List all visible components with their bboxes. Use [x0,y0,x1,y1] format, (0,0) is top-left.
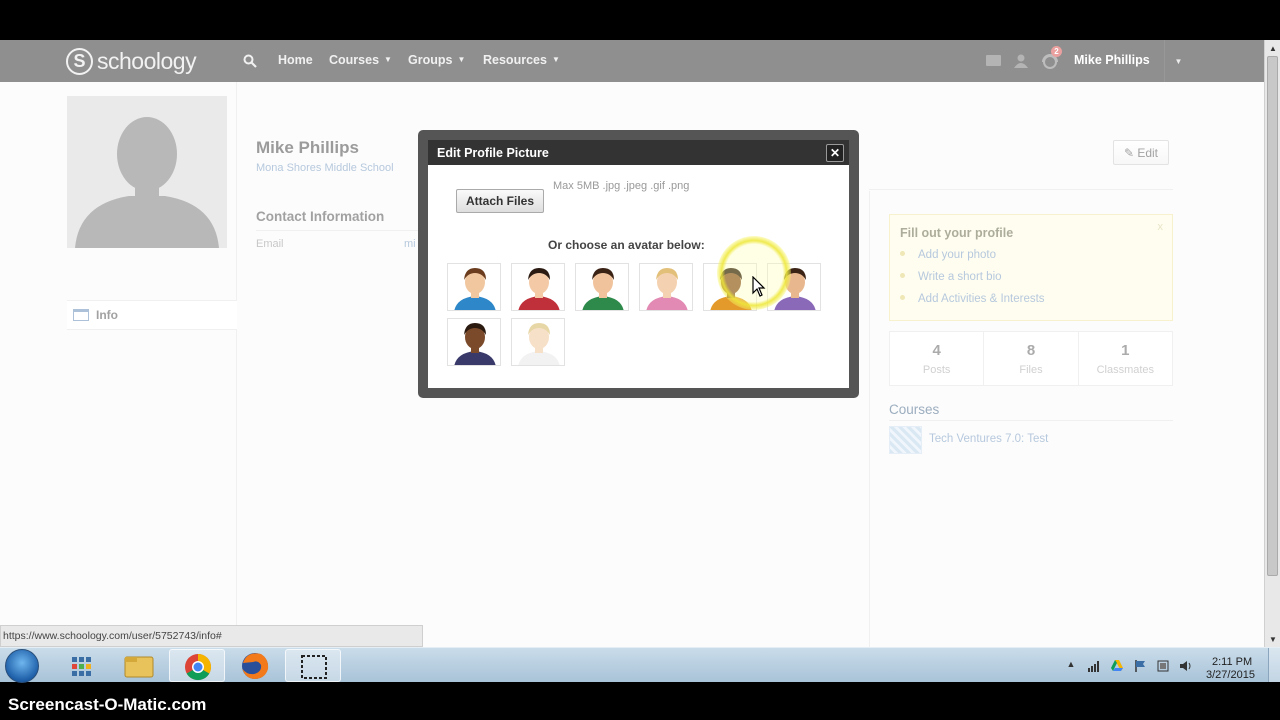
chrome-icon [185,653,212,681]
show-hidden-icons-icon[interactable]: ▲ [1064,659,1078,673]
person-avatar-icon [646,268,688,310]
taskbar-file-explorer[interactable] [111,649,167,682]
mouse-pointer-icon [752,276,766,297]
status-bar-url: https://www.schoology.com/user/5752743/i… [0,625,423,647]
file-size-hint: Max 5MB .jpg .jpeg .gif .png [553,180,690,192]
person-avatar-icon [582,268,624,310]
avatar-option[interactable] [511,263,565,311]
taskbar-clock-time[interactable]: 2:11 PM [1212,656,1252,668]
cursor-highlight [717,236,791,310]
system-tray: ▲ [1064,656,1193,676]
avatar-option[interactable] [639,263,693,311]
device-icon[interactable] [1156,659,1170,673]
taskbar-app-launcher[interactable] [53,649,109,682]
avatar-option[interactable] [447,318,501,366]
avatar-option[interactable] [575,263,629,311]
vertical-scrollbar[interactable]: ▲ ▼ [1264,40,1280,647]
edit-profile-picture-dialog: Edit Profile Picture ✕ Attach Files Max … [418,130,859,398]
screen: S schoology Home Courses ▼ Groups ▼ Resour… [0,0,1280,720]
scroll-up-arrow-icon[interactable]: ▲ [1265,40,1280,56]
avatar-option[interactable] [447,263,501,311]
person-avatar-icon [454,323,496,365]
taskbar-clock-date[interactable]: 3/27/2015 [1206,669,1255,681]
attach-files-button[interactable]: Attach Files [456,189,544,213]
close-button[interactable]: ✕ [826,144,844,162]
taskbar-screen-recorder[interactable] [285,649,341,682]
network-signal-icon[interactable] [1087,659,1101,673]
scrollbar-thumb[interactable] [1267,56,1278,576]
avatar-option[interactable] [511,318,565,366]
dialog-title: Edit Profile Picture [437,146,549,160]
windows-taskbar: ▲ [0,647,1280,683]
start-button[interactable] [5,649,39,683]
folder-icon [124,656,154,678]
browser-viewport: S schoology Home Courses ▼ Groups ▼ Resour… [0,40,1280,647]
taskbar-chrome[interactable] [169,649,225,682]
screen-capture-icon [301,655,327,679]
firefox-icon [242,653,269,679]
person-avatar-icon [518,268,560,310]
screencast-watermark: Screencast-O-Matic.com [8,695,207,714]
person-avatar-icon [454,268,496,310]
volume-icon[interactable] [1179,659,1193,673]
show-desktop-button[interactable] [1268,648,1280,682]
dialog-header: Edit Profile Picture ✕ [428,140,849,165]
taskbar-firefox[interactable] [227,649,283,682]
app-grid-icon [72,657,91,676]
person-avatar-icon [518,323,560,365]
action-center-flag-icon[interactable] [1133,659,1147,673]
choose-avatar-label: Or choose an avatar below: [548,238,705,252]
google-drive-icon[interactable] [1110,659,1124,673]
scroll-down-arrow-icon[interactable]: ▼ [1265,631,1280,647]
close-icon: ✕ [829,146,841,160]
